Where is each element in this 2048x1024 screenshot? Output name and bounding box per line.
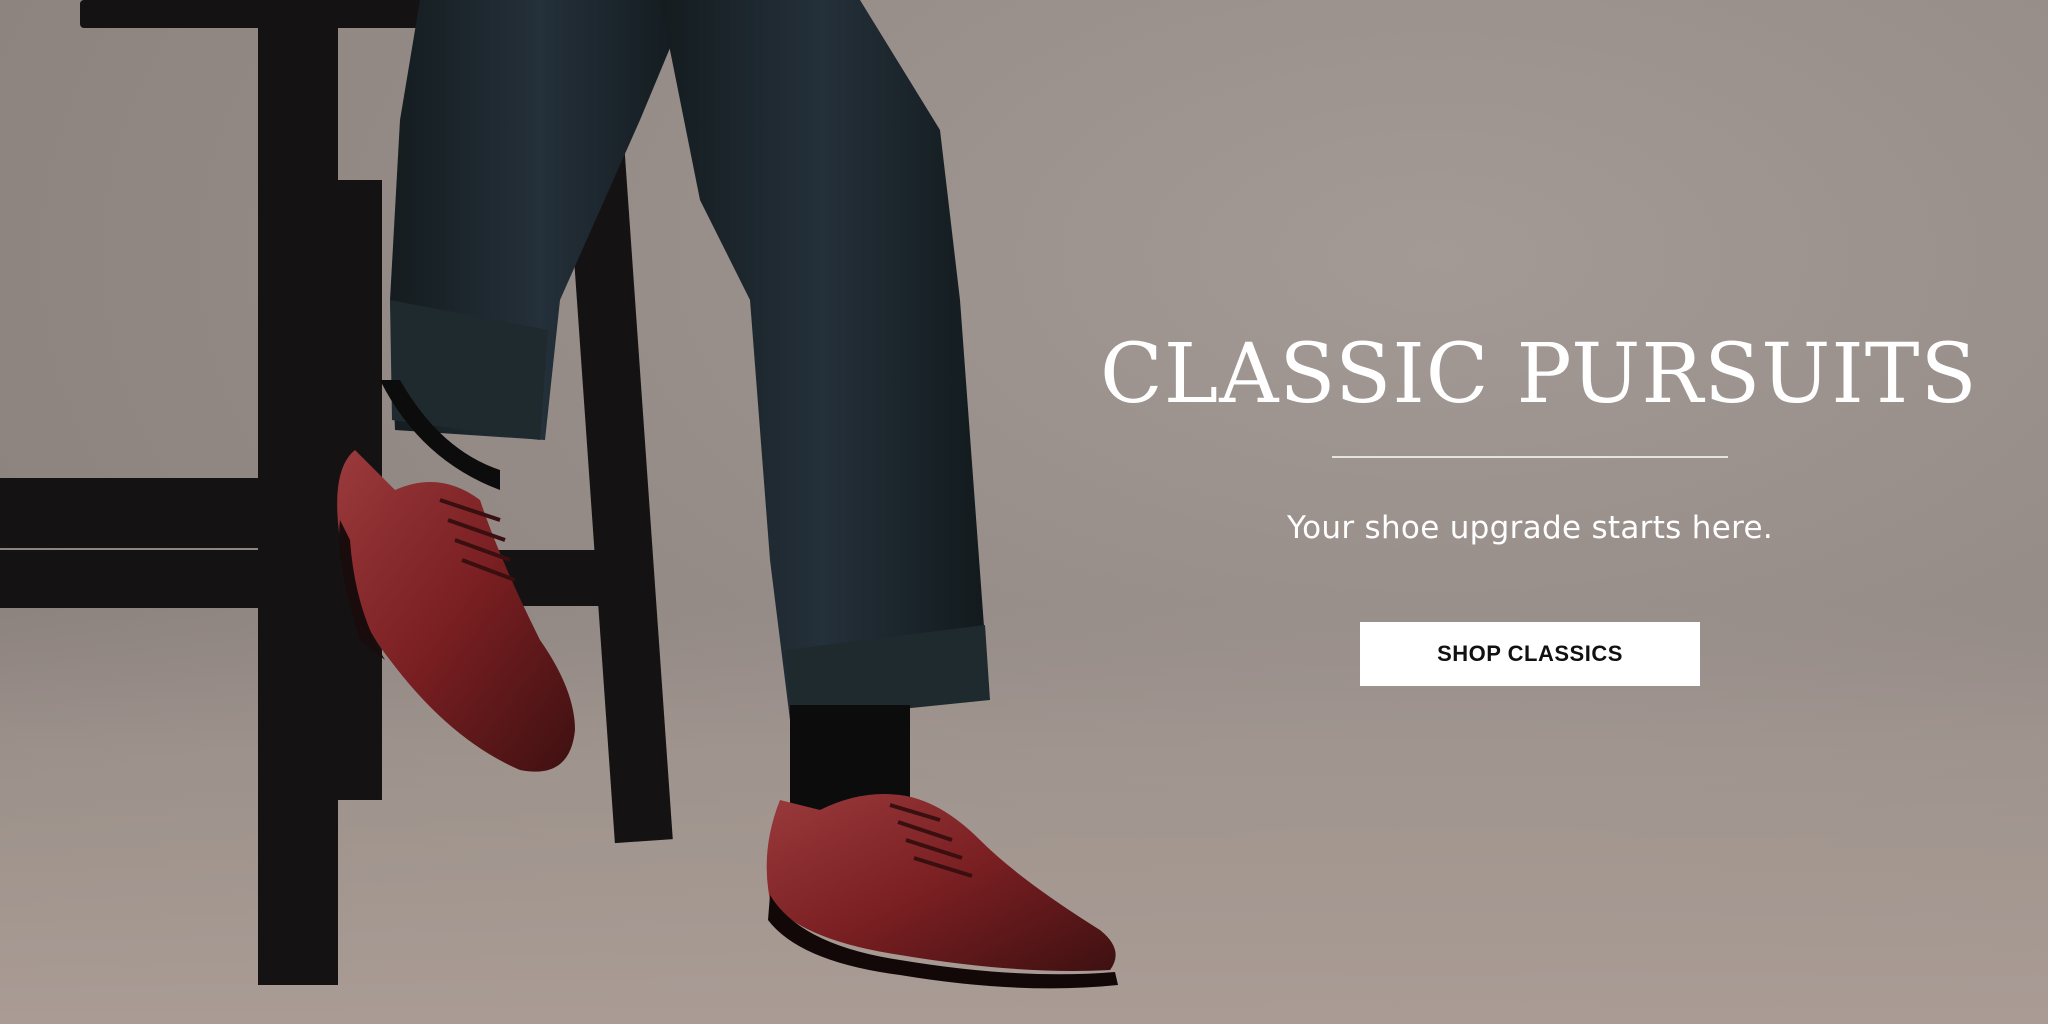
trouser-leg-crossed: [380, 0, 690, 490]
hero-content: CLASSIC PURSUITS Your shoe upgrade start…: [1100, 327, 1978, 687]
headline-divider: [1332, 456, 1728, 459]
trouser-leg-standing: [660, 0, 990, 825]
shop-classics-button[interactable]: SHOP CLASSICS: [1360, 622, 1700, 687]
hero-headline: CLASSIC PURSUITS: [1100, 327, 1978, 422]
shoe-standing: [766, 794, 1118, 989]
hero-image: [0, 0, 1118, 989]
hero-banner: CLASSIC PURSUITS Your shoe upgrade start…: [0, 0, 2048, 1024]
hero-subheadline: Your shoe upgrade starts here.: [1287, 510, 1773, 547]
